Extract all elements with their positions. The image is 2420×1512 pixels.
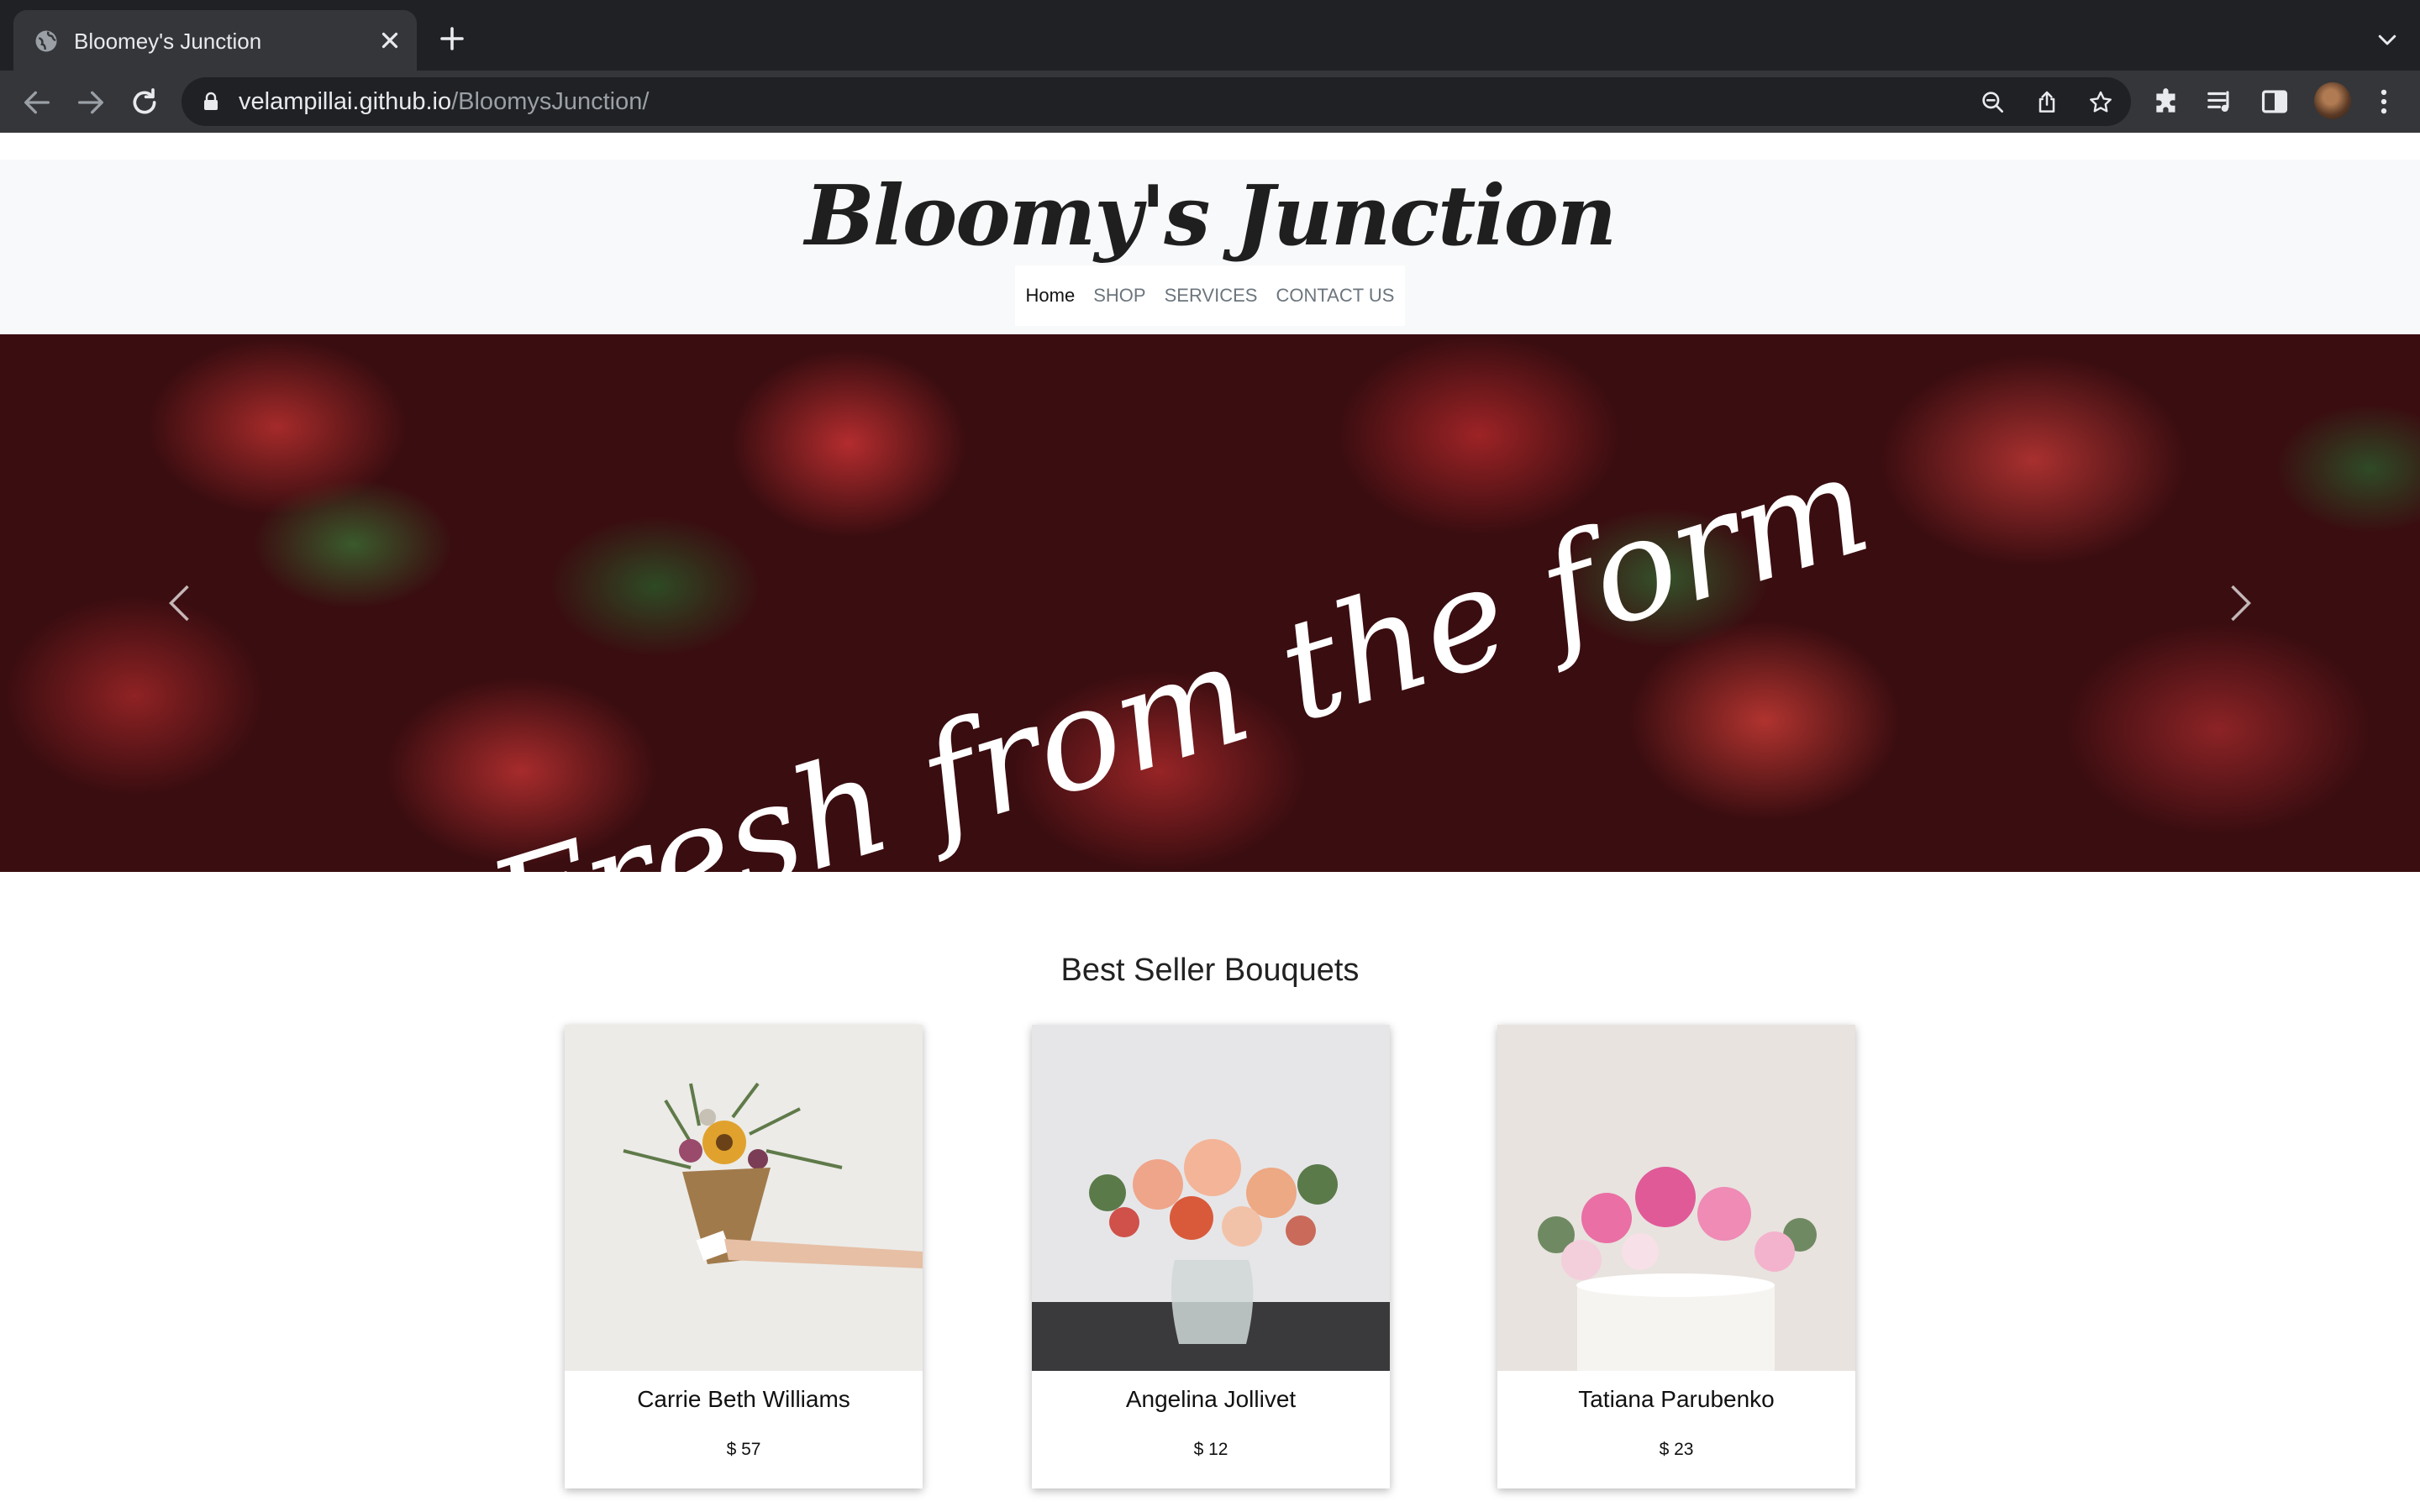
- product-card[interactable]: Angelina Jollivet $ 12: [1032, 1025, 1390, 1488]
- product-card[interactable]: Carrie Beth Williams $ 57: [565, 1025, 923, 1488]
- globe-icon: [35, 30, 57, 52]
- share-icon[interactable]: [2033, 89, 2060, 116]
- product-price: $ 57: [726, 1440, 761, 1459]
- site-logo[interactable]: Bloomy's Junction: [0, 166, 2420, 267]
- chevron-down-icon[interactable]: [2375, 27, 2400, 52]
- more-menu-icon[interactable]: [2368, 86, 2400, 118]
- tab-title: Bloomey's Junction: [74, 29, 262, 54]
- product-price: $ 23: [1659, 1440, 1694, 1459]
- bouquet-image: [1497, 1025, 1855, 1371]
- product-name: Tatiana Parubenko: [1578, 1386, 1775, 1412]
- lock-icon[interactable]: [202, 92, 220, 112]
- bestsellers-title: Best Seller Bouquets: [1060, 952, 1360, 988]
- forward-icon[interactable]: [74, 86, 108, 119]
- back-icon[interactable]: [20, 86, 54, 119]
- web-page: Bloomy's Junction Home SHOP SERVICES CON…: [0, 133, 2420, 1512]
- carousel-prev-icon[interactable]: [156, 578, 207, 628]
- profile-avatar[interactable]: [2314, 82, 2351, 119]
- nav-shop[interactable]: SHOP: [1093, 285, 1145, 307]
- product-card[interactable]: Tatiana Parubenko $ 23: [1497, 1025, 1855, 1488]
- browser-tab-strip: Bloomey's Junction: [0, 0, 2420, 71]
- bouquet-image: [1032, 1025, 1390, 1371]
- hero-carousel: Fresh from the form: [0, 334, 2420, 872]
- hero-caption: Fresh from the form: [470, 423, 1886, 872]
- extensions-puzzle-icon[interactable]: [2151, 86, 2183, 118]
- close-tab-icon[interactable]: [375, 25, 405, 55]
- bookmark-star-icon[interactable]: [2087, 89, 2114, 116]
- media-queue-icon[interactable]: [2205, 86, 2237, 118]
- svg-text:Fresh from the form: Fresh from the form: [470, 423, 1886, 872]
- product-price: $ 12: [1193, 1440, 1228, 1459]
- bouquet-image: [565, 1025, 923, 1371]
- address-bar[interactable]: velampillai.github.io/BloomysJunction/: [182, 77, 2131, 126]
- nav-services[interactable]: SERVICES: [1165, 285, 1258, 307]
- new-tab-icon[interactable]: [437, 24, 467, 54]
- zoom-icon[interactable]: [1980, 89, 2007, 116]
- carousel-next-icon[interactable]: [2213, 578, 2264, 628]
- product-name: Angelina Jollivet: [1125, 1386, 1297, 1412]
- site-header: Bloomy's Junction Home SHOP SERVICES CON…: [0, 160, 2420, 334]
- browser-tab[interactable]: Bloomey's Junction: [13, 10, 417, 71]
- main-nav: Home SHOP SERVICES CONTACT US: [1015, 265, 1405, 326]
- url-text[interactable]: velampillai.github.io/BloomysJunction/: [239, 77, 649, 126]
- nav-home[interactable]: Home: [1026, 285, 1076, 307]
- nav-contact-us[interactable]: CONTACT US: [1276, 285, 1394, 307]
- browser-toolbar: velampillai.github.io/BloomysJunction/: [0, 71, 2420, 133]
- product-name: Carrie Beth Williams: [637, 1386, 850, 1412]
- side-panel-icon[interactable]: [2259, 86, 2291, 118]
- reload-icon[interactable]: [128, 86, 161, 119]
